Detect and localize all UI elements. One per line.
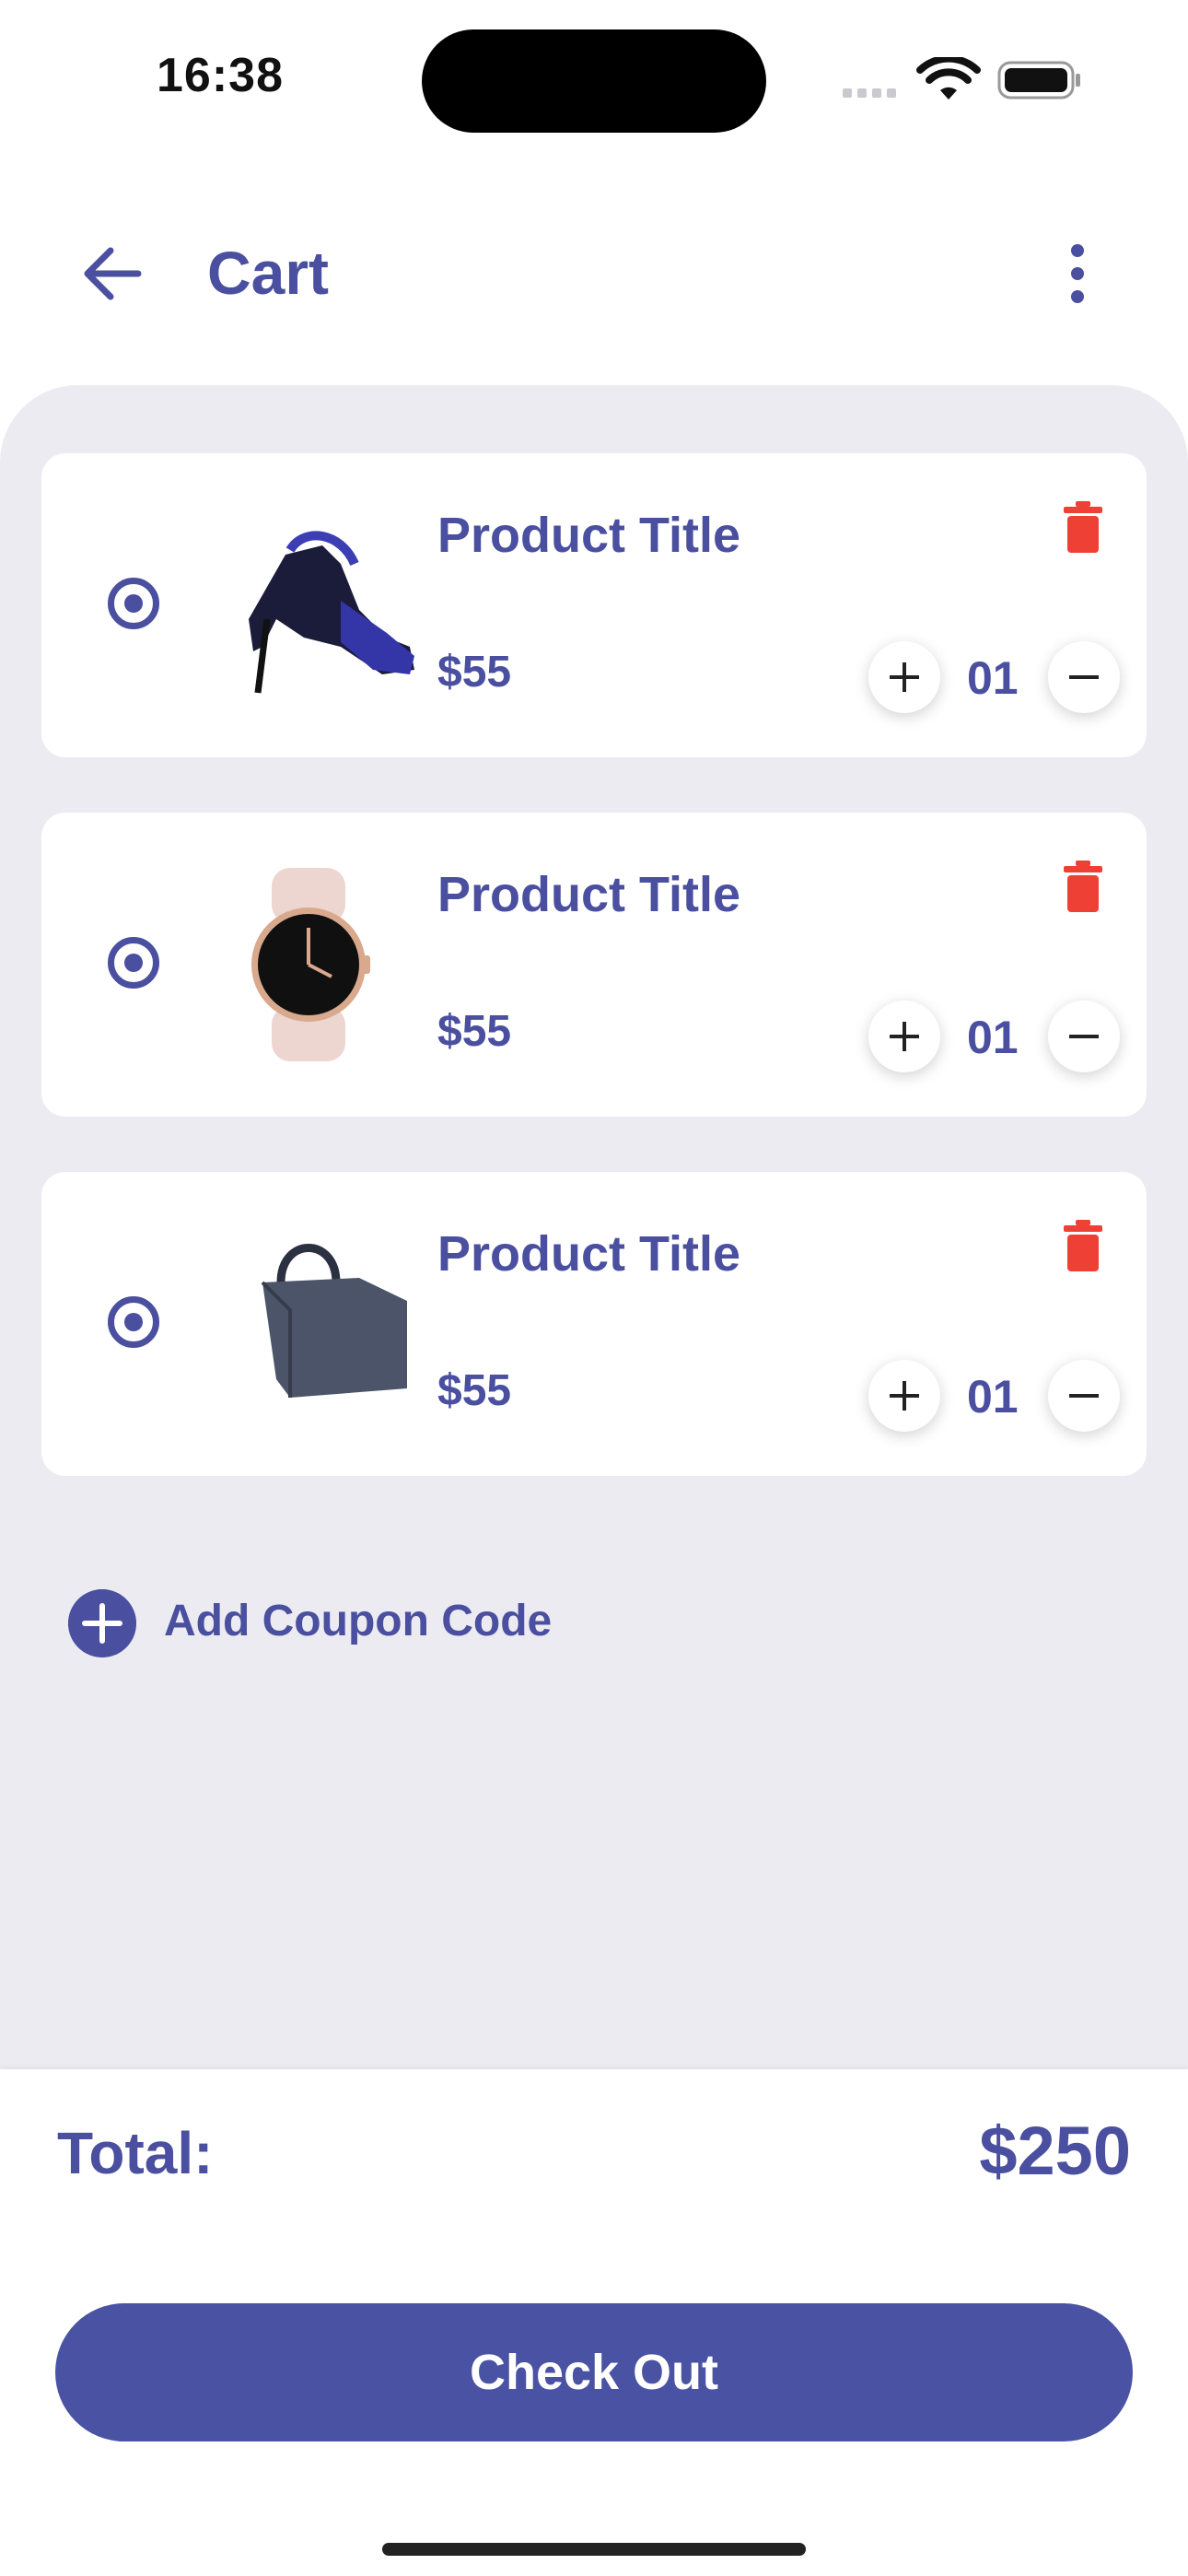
cart-item-card: Product Title $55 01	[41, 1172, 1147, 1476]
select-radio[interactable]	[108, 937, 159, 989]
more-vertical-icon[interactable]	[1059, 241, 1096, 306]
product-price: $55	[437, 1007, 512, 1056]
minus-icon	[1069, 1394, 1099, 1398]
quantity-value: 01	[967, 1012, 1019, 1063]
cellular-signal-icon	[843, 86, 902, 102]
home-indicator[interactable]	[382, 2543, 806, 2556]
product-title: Product Title	[437, 1226, 741, 1282]
checkout-button[interactable]: Check Out	[55, 2303, 1133, 2441]
minus-icon	[1069, 675, 1099, 679]
plus-icon	[890, 662, 919, 692]
product-price: $55	[437, 1366, 512, 1415]
product-title: Product Title	[437, 867, 741, 922]
product-image-laptop-bag	[261, 1244, 407, 1398]
plus-icon	[890, 1381, 919, 1411]
delete-trash-icon[interactable]	[1064, 1220, 1102, 1271]
quantity-value: 01	[967, 1371, 1019, 1423]
product-image-sandal	[249, 531, 414, 694]
add-coupon-link[interactable]: Add Coupon Code	[164, 1596, 552, 1646]
minus-icon	[1069, 1035, 1099, 1038]
total-label: Total:	[57, 2120, 214, 2186]
decrease-quantity-button[interactable]	[1048, 1360, 1120, 1432]
add-coupon-plus-icon[interactable]	[68, 1589, 136, 1657]
total-value: $250	[979, 2113, 1131, 2189]
product-title: Product Title	[437, 508, 741, 563]
page-title: Cart	[207, 239, 330, 307]
product-price: $55	[437, 648, 512, 697]
select-radio[interactable]	[108, 1296, 159, 1348]
quantity-value: 01	[967, 652, 1019, 704]
increase-quantity-button[interactable]	[868, 1360, 940, 1432]
decrease-quantity-button[interactable]	[1048, 1001, 1120, 1072]
increase-quantity-button[interactable]	[868, 1001, 940, 1072]
status-time: 16:38	[157, 49, 284, 102]
plus-icon	[890, 1022, 919, 1051]
wifi-icon	[916, 57, 981, 100]
dynamic-island	[422, 29, 766, 133]
select-radio[interactable]	[108, 578, 159, 629]
decrease-quantity-button[interactable]	[1048, 641, 1120, 713]
battery-icon	[997, 61, 1080, 100]
product-image-watch	[251, 868, 370, 1061]
cart-item-card: Product Title $55 01	[41, 813, 1147, 1117]
delete-trash-icon[interactable]	[1064, 501, 1102, 553]
back-arrow-icon[interactable]	[79, 241, 144, 306]
increase-quantity-button[interactable]	[868, 641, 940, 713]
cart-item-card: Product Title $55 01	[41, 453, 1147, 757]
delete-trash-icon[interactable]	[1064, 861, 1102, 912]
